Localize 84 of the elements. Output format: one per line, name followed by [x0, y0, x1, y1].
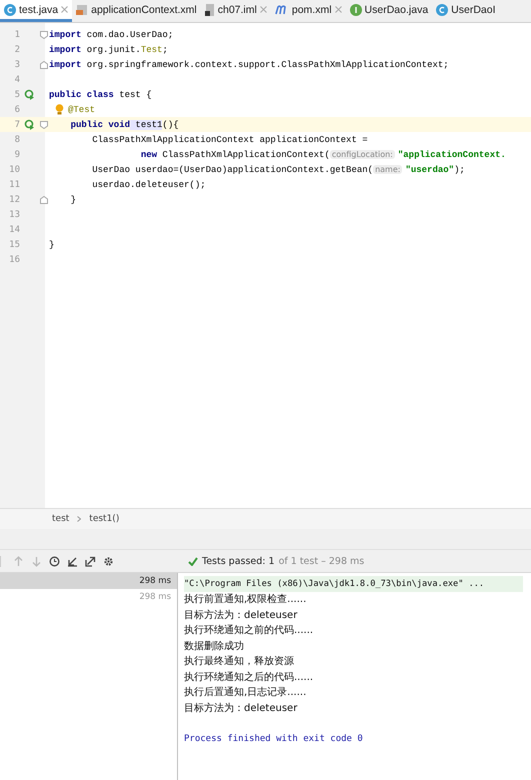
line-number: 5 [14, 90, 20, 100]
code-text: ClassPathXmlApplicationContext applicationContext = [91, 134, 368, 144]
lightbulb-icon[interactable] [55, 104, 64, 115]
editor-tab[interactable]: UserDao.java [346, 0, 432, 22]
close-icon[interactable] [334, 6, 342, 13]
console-line: 执行后置通知,日志记录...... [184, 686, 308, 700]
code-text: public void [70, 120, 130, 130]
line-number: 13 [8, 210, 20, 220]
chevron-icon [77, 516, 82, 522]
run-test-icon[interactable] [24, 119, 35, 130]
breadcrumb[interactable]: test1() [89, 514, 120, 524]
close-icon[interactable] [61, 6, 68, 13]
interface-file-icon [350, 4, 362, 16]
editor-tab[interactable]: test.java [0, 0, 72, 22]
code-text: "userdao" [405, 164, 454, 174]
file-icon [204, 4, 215, 16]
check-icon [188, 556, 198, 566]
code-text: test { [118, 90, 152, 100]
close-icon[interactable] [260, 6, 267, 13]
test-tree-row[interactable]: 298 ms [0, 573, 177, 589]
line-number: 2 [14, 44, 20, 54]
export-icon[interactable] [85, 556, 96, 566]
line-number: 11 [8, 180, 20, 190]
line-number: 8 [14, 134, 20, 144]
maven-icon [274, 4, 289, 14]
console-line: 执行最终通知，释放资源 [184, 654, 295, 669]
fold-marker-icon[interactable] [40, 120, 48, 128]
line-number: 16 [8, 254, 20, 264]
code-text: @Test [68, 104, 96, 114]
code-text: } [70, 194, 76, 204]
console-line: Process finished with exit code 0 [184, 732, 364, 746]
settings-icon[interactable] [103, 556, 114, 566]
line-number: 9 [14, 150, 20, 160]
run-test-icon[interactable] [24, 89, 35, 100]
line-number: 7 [14, 120, 20, 130]
code-text: ClassPathXmlApplicationContext( [161, 150, 330, 160]
console-line: 目标方法为：deleteuser [184, 608, 298, 622]
breadcrumb[interactable]: test [52, 514, 70, 524]
test-summary: of 1 test – 298 ms [278, 556, 364, 566]
console-line: 执行环绕通知之后的代码...... [184, 670, 314, 684]
code-text: userdao.deleteuser(); [91, 180, 206, 190]
code-text: UserDao userdao=(UserDao)applicationContext.getBean( [91, 164, 374, 174]
line-number: 12 [8, 194, 20, 204]
code-text: new [140, 150, 158, 160]
code-text: import [49, 30, 82, 40]
code-text: } [49, 240, 54, 250]
code-text: ; [162, 44, 168, 54]
fold-marker-icon[interactable] [40, 30, 48, 38]
class-file-icon [436, 4, 448, 16]
code-text: import [49, 60, 82, 70]
code-text: "applicationContext. [398, 150, 506, 160]
clock-icon[interactable] [49, 556, 60, 566]
line-number: 15 [8, 240, 20, 250]
console-line: 数据删除成功 [184, 640, 245, 654]
console-line: 执行环绕通知之前的代码...... [184, 624, 314, 638]
parameter-hint: name: [373, 165, 402, 174]
code-text: org.springframework.context.support.ClassPathXmlApplicationContext; [86, 60, 449, 70]
line-number: 10 [8, 164, 20, 174]
import-icon[interactable] [67, 556, 78, 566]
fold-marker-icon[interactable] [40, 60, 48, 68]
code-text: com.dao.UserDao; [86, 30, 174, 40]
code-text: import [49, 44, 82, 54]
code-text: (){ [162, 120, 179, 130]
editor-tab[interactable]: UserDaoI [432, 0, 500, 22]
code-text: ); [454, 164, 465, 174]
class-file-icon [4, 4, 16, 16]
editor-tab[interactable]: pom.xml [270, 0, 346, 22]
line-number: 1 [14, 30, 20, 40]
editor-tab[interactable]: ch07.iml [200, 0, 271, 22]
code-text: public class [49, 90, 114, 100]
code-text: Test [140, 44, 162, 54]
code-text: test1 [130, 120, 162, 130]
line-number: 6 [14, 104, 20, 114]
console-line: 目标方法为：deleteuser [184, 702, 298, 716]
line-number: 4 [14, 74, 20, 84]
line-number: 3 [14, 60, 20, 70]
line-number: 14 [8, 224, 20, 234]
editor-tab[interactable]: applicationContext.xml [72, 0, 201, 22]
xml-file-icon [76, 4, 88, 16]
parameter-hint: configLocation: [330, 150, 395, 159]
code-text: org.junit. [86, 44, 141, 54]
fold-marker-icon[interactable] [40, 196, 48, 204]
console-line: 执行前置通知,权限检查...... [184, 592, 308, 607]
tests-passed-text: Tests passed: 1 [202, 556, 275, 566]
